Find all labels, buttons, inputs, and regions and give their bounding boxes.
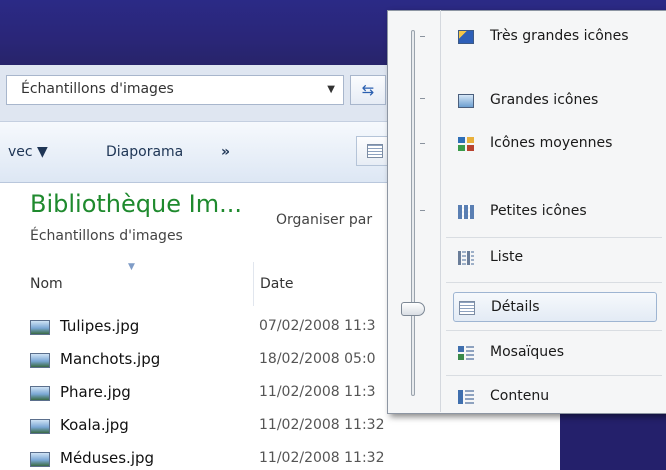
menu-item-tiles[interactable]: Mosaïques [453,338,657,368]
file-name: Méduses.jpg [60,449,155,467]
menu-item-small-icons[interactable]: Petites icônes [453,197,657,227]
library-title: Bibliothèque Im... [30,190,242,218]
open-with-button[interactable]: vec ▼ [8,144,48,160]
extra-large-icons-icon [458,30,474,44]
slider-tick [420,210,425,211]
address-path: Échantillons d'images [21,81,174,97]
menu-item-medium-icons[interactable]: Icônes moyennes [453,129,657,159]
menu-item-extra-large-icons[interactable]: Très grandes icônes [453,22,657,52]
file-name: Tulipes.jpg [60,317,140,335]
menu-separator [446,330,662,331]
menu-item-label: Mosaïques [490,344,565,360]
file-date: 11/02/2008 11:3 [259,384,376,400]
library-subtitle: Échantillons d'images [30,228,183,244]
menu-item-label: Contenu [490,388,550,404]
file-date: 11/02/2008 11:32 [259,450,385,466]
image-file-icon [30,386,50,401]
slideshow-button[interactable]: Diaporama [106,144,183,160]
content-icon [458,390,474,404]
tiles-icon [458,346,474,360]
slider-tick [420,36,425,37]
arrange-by-label[interactable]: Organiser par [276,212,372,228]
slider-tick [420,98,425,99]
refresh-icon[interactable]: ⇆ [350,75,386,105]
image-file-icon [30,320,50,335]
image-file-icon [30,419,50,434]
menu-item-label: Liste [490,249,524,265]
sort-arrow-icon: ▼ [128,262,135,272]
file-date: 18/02/2008 05:0 [259,351,376,367]
medium-icons-icon [458,137,474,151]
view-size-slider-track[interactable] [411,30,415,396]
menu-item-content[interactable]: Contenu [453,382,657,412]
column-header-name[interactable]: Nom [30,276,63,292]
menu-item-label: Icônes moyennes [490,135,613,151]
column-separator[interactable] [253,262,254,306]
menu-item-label: Détails [491,299,540,315]
menu-item-details[interactable]: Détails [453,292,657,322]
menu-separator [446,282,662,283]
list-icon [458,251,474,265]
file-date: 07/02/2008 11:3 [259,318,376,334]
view-menu-divider [440,10,441,412]
column-header-date[interactable]: Date [260,276,293,292]
details-icon [459,301,475,315]
image-file-icon [30,452,50,467]
small-icons-icon [458,205,474,219]
address-bar[interactable]: Échantillons d'images ▼ [6,75,344,105]
image-file-icon [30,353,50,368]
menu-item-label: Grandes icônes [490,92,599,108]
menu-item-label: Très grandes icônes [490,28,629,44]
details-icon [367,144,383,158]
large-icons-icon [458,94,474,108]
menu-separator [446,237,662,238]
file-date: 11/02/2008 11:32 [259,417,385,433]
menu-item-label: Petites icônes [490,203,587,219]
toolbar-overflow-button[interactable]: » [221,144,230,160]
menu-item-large-icons[interactable]: Grandes icônes [453,86,657,116]
menu-item-list[interactable]: Liste [453,243,657,273]
chevron-down-icon[interactable]: ▼ [327,84,335,95]
menu-separator [446,375,662,376]
slider-tick [420,143,425,144]
view-size-slider-thumb[interactable] [401,302,425,316]
file-name: Koala.jpg [60,416,129,434]
file-name: Phare.jpg [60,383,131,401]
file-name: Manchots.jpg [60,350,161,368]
